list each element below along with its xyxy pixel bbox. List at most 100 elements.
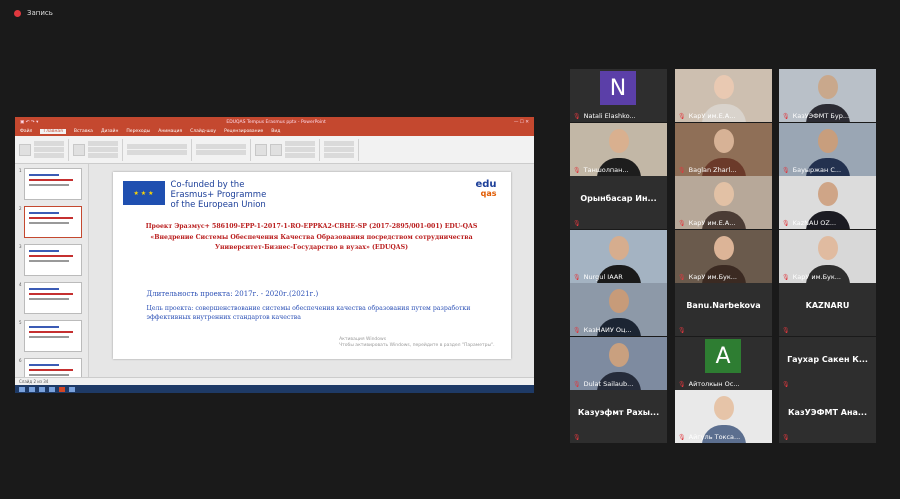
participant-name-label: 🎙 (782, 434, 790, 441)
mic-muted-icon: 🎙 (782, 381, 790, 388)
participant-tile[interactable]: N 🎙 Natali Elashko... (570, 69, 667, 122)
participant-tile[interactable]: 🎙 КарУ им.Е.А... (675, 176, 772, 229)
slide-thumbnail[interactable]: 5 (19, 320, 84, 352)
ppt-title-bar: ▣ ↶ ↷ ▾ EDUQAS Tempus Erasmus pptx - Pow… (15, 117, 534, 127)
slide-thumbnail-preview (23, 244, 82, 276)
ppt-tab-7[interactable]: Рецензирование (224, 129, 263, 134)
mic-muted-icon: 🎙 (782, 327, 790, 334)
mic-muted-icon: 🎙 (678, 112, 686, 120)
slide-thumbnail-number: 6 (19, 358, 22, 363)
participant-display-name: Орынбасар Ин... (580, 194, 657, 203)
participant-tile[interactable]: 🎙 Таншолпан... (570, 123, 667, 176)
ppt-tab-1[interactable]: Главная (40, 129, 66, 134)
participant-name-label: 🎙 Baglan Zharl... (678, 166, 736, 174)
ppt-tab-8[interactable]: Вид (271, 129, 280, 134)
slide-thumbnail-preview (23, 168, 82, 200)
mic-muted-icon: 🎙 (573, 326, 581, 334)
ribbon-group-slides (73, 138, 123, 161)
powerpoint-icon[interactable] (59, 386, 65, 392)
slide-thumbnails: 1 2 3 4 5 6 (15, 164, 89, 390)
ppt-ribbon-tabs: Файл Главная Вставка Дизайн Переходы Анимация… (15, 127, 534, 136)
slide-thumbnail[interactable]: 2 (19, 206, 84, 238)
participant-name: КарУ им.Е.А... (688, 112, 736, 120)
mic-muted-icon: 🎙 (573, 166, 581, 174)
participant-name: Айтолкын Ос... (688, 380, 740, 388)
search-icon[interactable] (29, 386, 35, 392)
participant-tile[interactable]: 🎙 Айгуль Токса... (675, 390, 772, 443)
participant-tile[interactable]: 🎙 Nurgul IAAR (570, 230, 667, 283)
slide-thumbnail-number: 2 (19, 206, 22, 211)
explorer-icon[interactable] (39, 386, 45, 392)
participant-tile[interactable]: KAZNARU 🎙 (779, 283, 876, 336)
new-slide-icon[interactable] (73, 143, 85, 156)
participant-display-name: Казуэфмт Рахы... (577, 408, 660, 417)
participant-tile[interactable]: 🎙 Бауыржан С... (779, 123, 876, 176)
ppt-tab-0[interactable]: Файл (20, 129, 32, 134)
participant-display-name: Гаухар Сакен К... (787, 355, 868, 364)
ppt-tab-2[interactable]: Вставка (74, 129, 93, 134)
ppt-window-controls[interactable]: — ☐ ✕ (514, 120, 529, 125)
participant-name-label: 🎙 Nurgul IAAR (573, 273, 623, 281)
arrange-icon[interactable] (270, 143, 282, 156)
participant-tile[interactable]: 🎙 KazNAU OZ... (779, 176, 876, 229)
participant-name-label: 🎙 (782, 327, 790, 334)
ppt-workspace: 1 2 3 4 5 6 ★ ★ ★ Co-funded by the Erasmus+ P… (15, 164, 534, 390)
participant-name-label: 🎙 КарУ им.Е.А... (678, 112, 735, 120)
ppt-tab-6[interactable]: Слайд-шоу (190, 129, 216, 134)
participant-name: Nurgul IAAR (583, 273, 623, 281)
participant-tile[interactable]: 🎙 КарУ им.Бук... (675, 230, 772, 283)
participant-name: Dulat Sailaub... (583, 380, 634, 388)
ppt-window-title: EDUQAS Tempus Erasmus pptx - PowerPoint (226, 119, 326, 125)
eu-cofunded-text: Co-funded by the Erasmus+ Programme of t… (170, 180, 267, 210)
participant-tile[interactable]: 🎙 КарУ им.Е.А... (675, 69, 772, 122)
participant-name-label: 🎙 КазНАИУ Оц... (573, 326, 632, 334)
record-dot-icon (14, 9, 21, 17)
slide-counter: Слайд 2 из 34 (19, 379, 49, 384)
participant-tile[interactable]: Орынбасар Ин... 🎙 (570, 176, 667, 229)
participant-tile[interactable]: Гаухар Сакен К... 🎙 (779, 337, 876, 390)
participant-name-label: 🎙 (782, 381, 790, 388)
ppt-tab-3[interactable]: Дизайн (101, 129, 118, 134)
project-goal: Цель проекта: совершенствование системы … (146, 305, 471, 321)
participant-tile[interactable]: 🎙 Baglan Zharl... (675, 123, 772, 176)
participant-tile[interactable]: A 🎙 Айтолкын Ос... (675, 337, 772, 390)
participant-name-label: 🎙 КарУ им.Бук... (678, 273, 737, 281)
slide-thumbnail-preview (23, 320, 82, 352)
participant-tile[interactable]: Banu.Narbekova 🎙 (675, 283, 772, 336)
windows-activation-watermark: Активация Windows Чтобы активировать Win… (339, 337, 495, 348)
participant-tile[interactable]: Казуэфмт Рахы... 🎙 (570, 390, 667, 443)
mic-muted-icon: 🎙 (573, 380, 581, 388)
participant-name: КазУЭФМТ Бур... (792, 112, 850, 120)
participant-tile[interactable]: 🎙 КарУ им.Бук... (779, 230, 876, 283)
mic-muted-icon: 🎙 (782, 112, 790, 120)
participant-tile[interactable]: 🎙 КазНАИУ Оц... (570, 283, 667, 336)
ppt-tab-4[interactable]: Переходы (126, 129, 150, 134)
slide-thumbnail-number: 4 (19, 282, 22, 287)
slide-thumbnail[interactable]: 4 (19, 282, 84, 314)
participant-tile[interactable]: КазУЭФМТ Ана... 🎙 (779, 390, 876, 443)
shapes-icon[interactable] (255, 143, 267, 156)
participant-tile[interactable]: 🎙 Dulat Sailaub... (570, 337, 667, 390)
participant-tile[interactable]: 🎙 КазУЭФМТ Бур... (779, 69, 876, 122)
mic-muted-icon: 🎙 (573, 220, 581, 227)
zoom-icon[interactable] (69, 386, 75, 392)
mic-muted-icon: 🎙 (678, 166, 686, 174)
mic-muted-icon: 🎙 (573, 273, 581, 281)
participant-name-label: 🎙 КарУ им.Бук... (782, 273, 841, 281)
mic-muted-icon: 🎙 (782, 219, 790, 227)
slide-thumbnail[interactable]: 3 (19, 244, 84, 276)
start-icon[interactable] (19, 386, 25, 392)
ribbon-group-paragraph (196, 138, 251, 161)
participant-name: КазНАИУ Оц... (583, 326, 632, 334)
ppt-ribbon (15, 136, 534, 164)
paste-icon[interactable] (19, 143, 31, 156)
slide-thumbnail[interactable]: 1 (19, 168, 84, 200)
participant-name-label: 🎙 Таншолпан... (573, 166, 629, 174)
participant-avatar: A (705, 339, 741, 373)
mic-muted-icon: 🎙 (782, 434, 790, 441)
browser-icon[interactable] (49, 386, 55, 392)
participant-name-label: 🎙 КарУ им.Е.А... (678, 219, 735, 227)
ppt-status-bar: Слайд 2 из 34 (15, 377, 534, 385)
participant-name: Айгуль Токса... (688, 433, 741, 441)
ppt-tab-5[interactable]: Анимация (158, 129, 182, 134)
